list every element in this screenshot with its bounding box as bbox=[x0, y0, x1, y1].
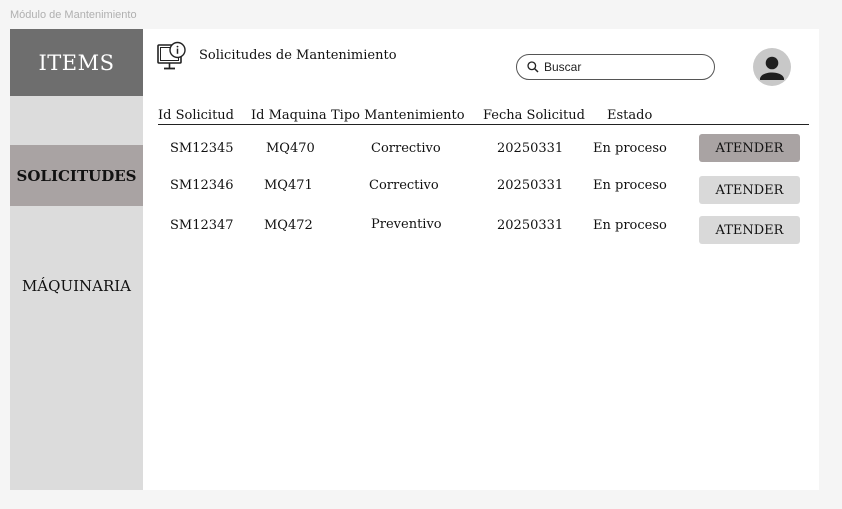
cell-tipo: Preventivo bbox=[371, 217, 442, 232]
cell-fecha: 20250331 bbox=[497, 178, 564, 193]
atender-button[interactable]: ATENDER bbox=[699, 134, 800, 162]
cell-estado: En proceso bbox=[593, 141, 667, 156]
table-header-divider bbox=[158, 124, 809, 125]
atender-button[interactable]: ATENDER bbox=[699, 176, 800, 204]
user-avatar-icon[interactable] bbox=[753, 48, 791, 86]
sidebar-item-solicitudes[interactable]: SOLICITUDES bbox=[10, 145, 143, 206]
cell-fecha: 20250331 bbox=[497, 141, 564, 156]
app-logo: ITEMS bbox=[10, 29, 143, 96]
monitor-info-icon bbox=[157, 41, 186, 70]
column-header-tipo-mantenimiento: Tipo Mantenimiento bbox=[331, 108, 465, 123]
sidebar-item-maquinaria[interactable]: MÁQUINARIA bbox=[10, 257, 143, 315]
cell-tipo: Correctivo bbox=[369, 178, 439, 193]
atender-button[interactable]: ATENDER bbox=[699, 216, 800, 244]
column-header-id-solicitud: Id Solicitud bbox=[158, 108, 234, 123]
search-input[interactable] bbox=[544, 58, 704, 76]
page-title: Solicitudes de Mantenimiento bbox=[199, 48, 397, 63]
app-frame: ITEMS SOLICITUDES MÁQUINARIA Solicitudes… bbox=[10, 29, 819, 490]
search-icon bbox=[527, 61, 539, 73]
frame-label: Módulo de Mantenimiento bbox=[10, 9, 137, 21]
cell-id-maquina: MQ470 bbox=[266, 141, 315, 156]
cell-estado: En proceso bbox=[593, 178, 667, 193]
cell-fecha: 20250331 bbox=[497, 218, 564, 233]
cell-estado: En proceso bbox=[593, 218, 667, 233]
cell-id-solicitud: SM12345 bbox=[170, 141, 234, 156]
cell-id-maquina: MQ471 bbox=[264, 178, 313, 193]
search-box[interactable] bbox=[516, 54, 715, 80]
cell-tipo: Correctivo bbox=[371, 141, 441, 156]
column-header-id-maquina: Id Maquina bbox=[251, 108, 327, 123]
main-content: Solicitudes de Mantenimiento Id Solicitu… bbox=[143, 29, 819, 490]
sidebar: ITEMS SOLICITUDES MÁQUINARIA bbox=[10, 29, 143, 490]
cell-id-maquina: MQ472 bbox=[264, 218, 313, 233]
column-header-fecha-solicitud: Fecha Solicitud bbox=[483, 108, 585, 123]
cell-id-solicitud: SM12346 bbox=[170, 178, 234, 193]
column-header-estado: Estado bbox=[607, 108, 653, 123]
cell-id-solicitud: SM12347 bbox=[170, 218, 234, 233]
